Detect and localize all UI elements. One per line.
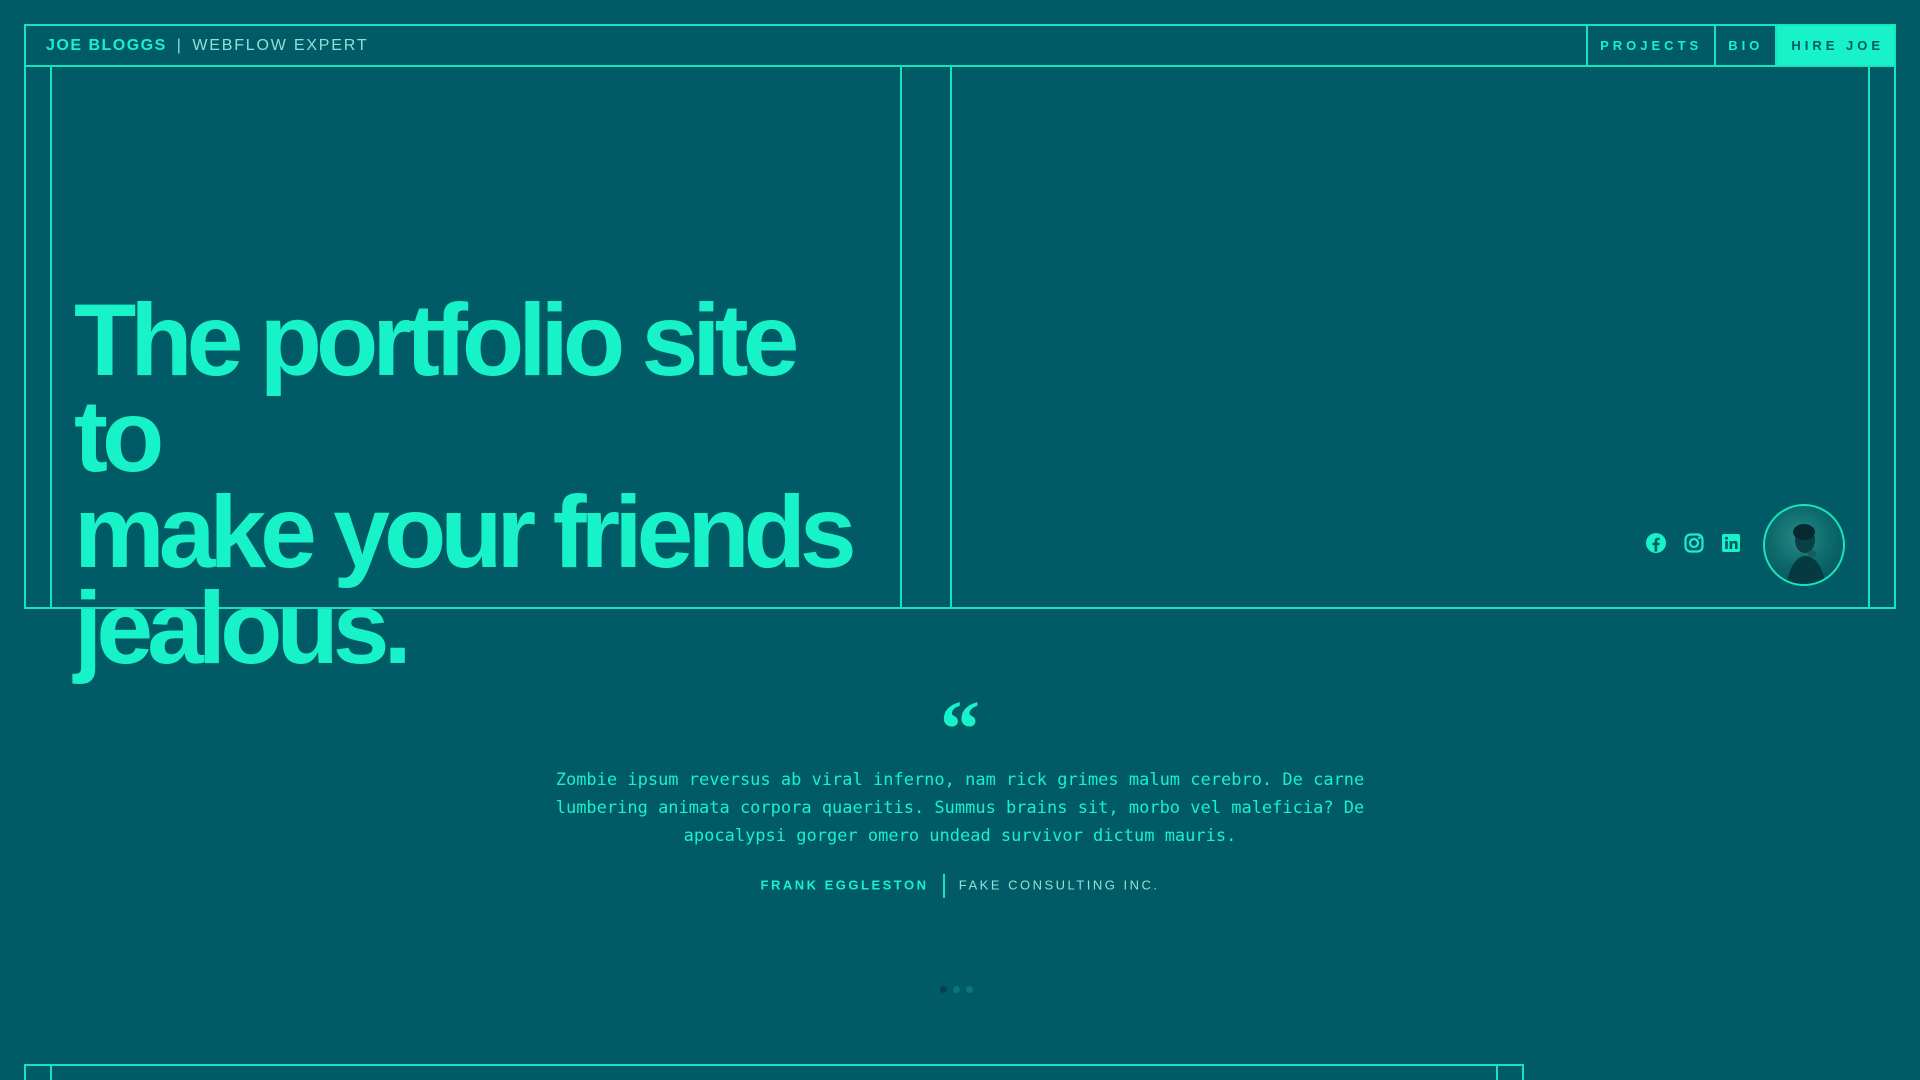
testimonial-text: Zombie ipsum reversus ab viral inferno, … bbox=[555, 770, 1365, 846]
avatar-portrait bbox=[1787, 524, 1825, 584]
hero-title-line-3: jealous. bbox=[74, 571, 412, 685]
brand-logo[interactable]: JOE BLOGGS | WEBFLOW EXPERT bbox=[46, 26, 368, 65]
site-header: JOE BLOGGS | WEBFLOW EXPERT PROJECTS BIO… bbox=[24, 24, 1896, 67]
brand-name: JOE BLOGGS bbox=[46, 37, 167, 54]
hero-title-line-2: make your friends bbox=[74, 475, 857, 589]
testimonial-author: FRANK EGGLESTON FAKE CONSULTING INC. bbox=[0, 874, 1920, 898]
author-company: FAKE CONSULTING INC. bbox=[958, 877, 1160, 893]
slider-dots bbox=[940, 986, 973, 993]
next-section-left-outer bbox=[24, 1064, 26, 1080]
hero-title-line-1: The portfolio site to bbox=[74, 283, 799, 493]
nav-bio[interactable]: BIO bbox=[1714, 26, 1775, 65]
facebook-icon[interactable] bbox=[1644, 531, 1668, 555]
slider-dot[interactable] bbox=[953, 986, 960, 993]
avatar[interactable] bbox=[1763, 504, 1845, 586]
main-nav: PROJECTS BIO HIRE JOE bbox=[1586, 26, 1894, 65]
slider-dot[interactable] bbox=[940, 986, 947, 993]
brand-separator: | bbox=[176, 37, 183, 54]
next-section-left-inner bbox=[50, 1064, 52, 1080]
instagram-icon[interactable] bbox=[1682, 531, 1706, 555]
frame-mid-left bbox=[900, 66, 902, 609]
quote-icon: “ bbox=[940, 686, 980, 774]
linkedin-icon[interactable] bbox=[1719, 531, 1743, 555]
author-name: FRANK EGGLESTON bbox=[760, 877, 929, 893]
nav-projects[interactable]: PROJECTS bbox=[1586, 26, 1714, 65]
author-divider bbox=[942, 874, 945, 898]
frame-right-outer bbox=[1894, 24, 1896, 609]
hire-joe-button[interactable]: HIRE JOE bbox=[1775, 26, 1894, 65]
frame-mid-right bbox=[950, 66, 952, 609]
next-section-right-outer bbox=[1522, 1064, 1524, 1080]
frame-right-inner bbox=[1868, 66, 1870, 609]
next-section-top bbox=[24, 1064, 1524, 1066]
slider-dot[interactable] bbox=[966, 986, 973, 993]
next-section-right-inner bbox=[1496, 1064, 1498, 1080]
hero-title: The portfolio site to make your friends … bbox=[74, 283, 874, 685]
frame-left-inner bbox=[50, 66, 52, 609]
frame-left-outer bbox=[24, 24, 26, 609]
brand-role: WEBFLOW EXPERT bbox=[192, 37, 369, 54]
